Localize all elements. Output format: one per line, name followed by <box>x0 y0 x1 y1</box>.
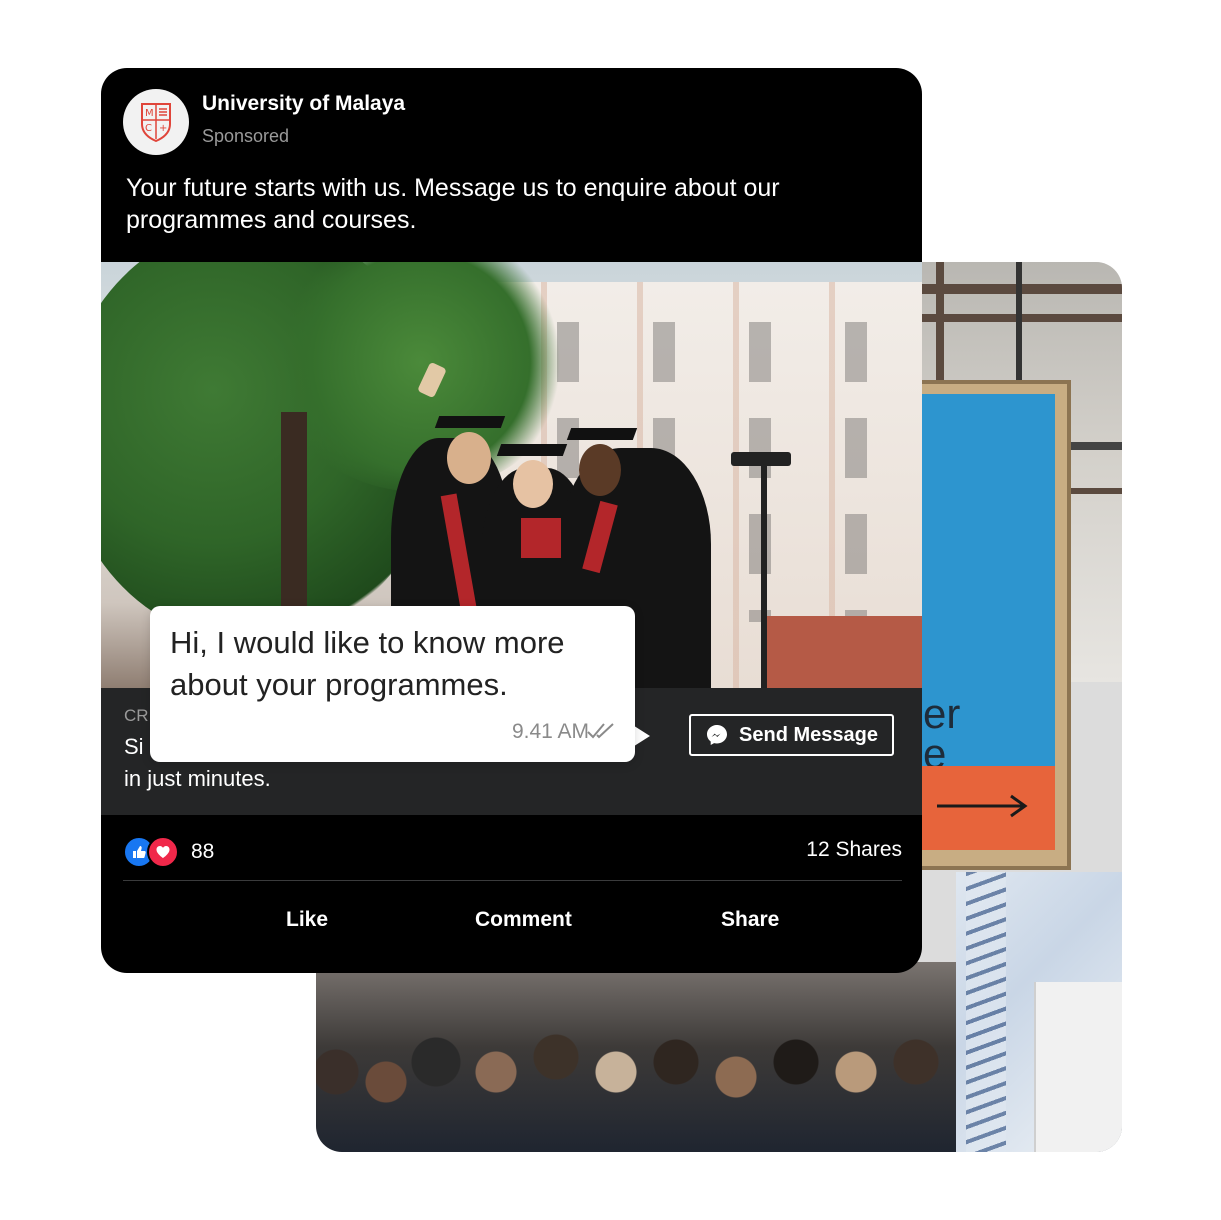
post-text: Your future starts with us. Message us t… <box>126 174 780 234</box>
arrow-right-icon <box>937 794 1028 818</box>
chat-message-text: Hi, I would like to know more about your… <box>170 625 565 702</box>
page-name[interactable]: University of Malaya <box>202 92 405 116</box>
share-button[interactable]: Share <box>721 908 779 932</box>
university-crest-icon: M C + <box>141 103 171 142</box>
send-message-button[interactable]: Send Message <box>689 714 894 756</box>
sponsored-label: Sponsored <box>202 126 290 146</box>
sign-blue-panel: er e <box>913 394 1055 778</box>
ceiling-beam <box>936 262 944 382</box>
svg-text:C: C <box>145 123 152 134</box>
brick-base <box>761 616 922 688</box>
white-panel <box>1034 982 1122 1152</box>
send-message-label: Send Message <box>739 723 878 746</box>
reaction-count: 88 <box>191 840 215 863</box>
chat-message-time: 9.41 AM <box>511 720 589 743</box>
sign-orange-panel <box>913 766 1055 850</box>
comment-button[interactable]: Comment <box>475 908 572 932</box>
hanging-sign: er e <box>901 380 1071 870</box>
graduation-cap <box>434 416 506 428</box>
svg-text:M: M <box>145 108 154 119</box>
cta-caption: CR <box>124 706 149 725</box>
sign-letters: er e <box>923 690 961 777</box>
share-count[interactable]: 12 Shares <box>806 838 902 862</box>
reactions-summary[interactable]: 88 <box>123 836 214 868</box>
cta-headline-continued: in just minutes. <box>124 766 271 791</box>
svg-text:+: + <box>159 123 167 134</box>
graduate-face <box>447 432 491 484</box>
graduate-sash <box>521 518 561 558</box>
cta-headline: Si <box>124 734 144 759</box>
graduation-cap <box>496 444 568 456</box>
sponsored-post-card: M C + University of Malaya Sponsored You… <box>101 68 922 973</box>
street-lamp-pole <box>761 462 767 688</box>
messenger-icon <box>707 725 728 745</box>
like-button[interactable]: Like <box>286 908 328 932</box>
double-check-icon <box>587 723 614 739</box>
graduate-face <box>579 444 621 496</box>
wall-mural-pattern <box>966 872 1006 1152</box>
page-avatar[interactable]: M C + <box>123 89 189 155</box>
graduate-face <box>513 460 553 508</box>
love-icon <box>147 836 179 868</box>
actions-divider <box>123 880 902 881</box>
chat-bubble: Hi, I would like to know more about your… <box>150 606 635 762</box>
graduation-cap <box>566 428 638 440</box>
